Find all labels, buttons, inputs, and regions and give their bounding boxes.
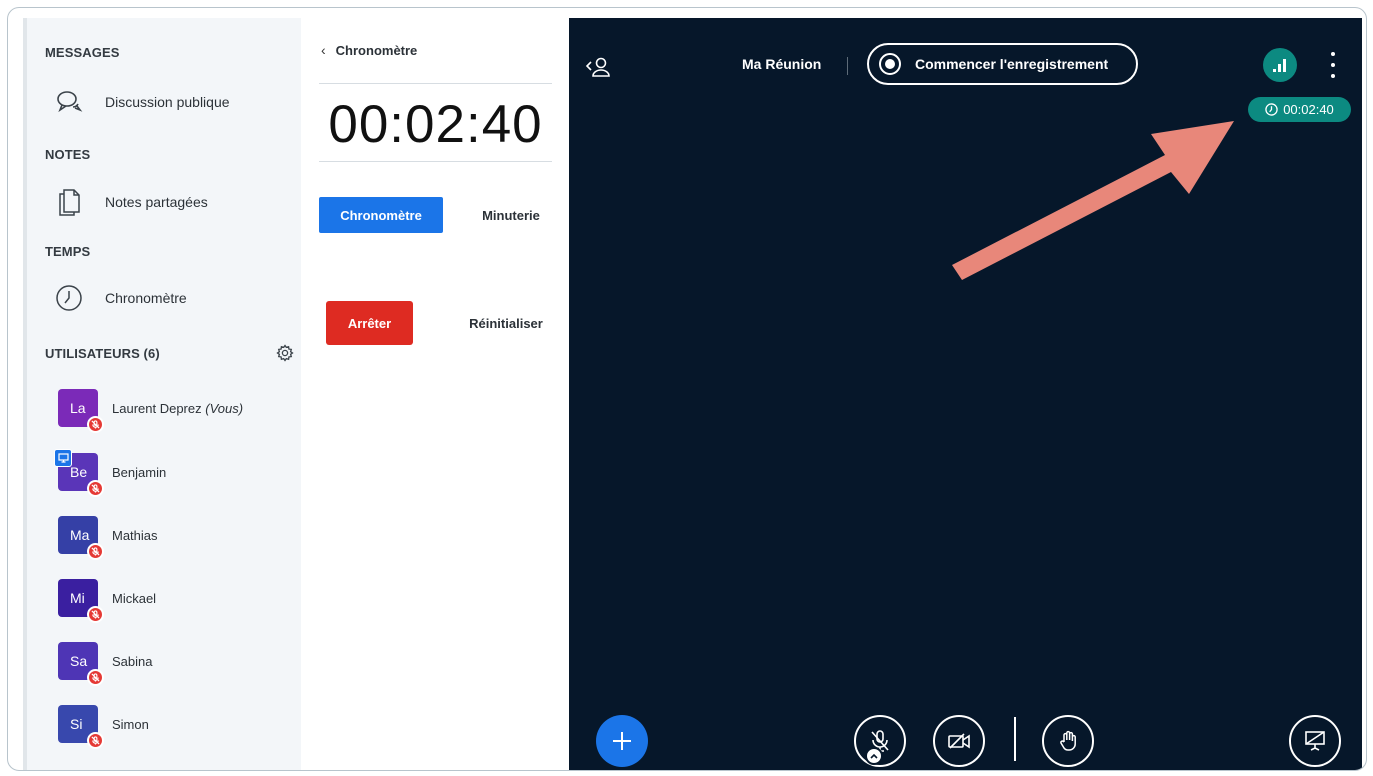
stop-button[interactable]: Arrêter bbox=[326, 301, 413, 345]
start-recording-button[interactable]: Commencer l'enregistrement bbox=[867, 43, 1138, 85]
user-name: Benjamin bbox=[112, 464, 167, 480]
divider bbox=[1014, 717, 1016, 761]
avatar: La bbox=[58, 389, 104, 433]
user-row-sabina[interactable]: Sa Sabina bbox=[58, 640, 278, 686]
timer-badge-time: 00:02:40 bbox=[1283, 102, 1334, 117]
timer-panel-back[interactable]: ‹ Chronomètre bbox=[321, 42, 417, 58]
avatar-initials: Mi bbox=[70, 590, 85, 606]
divider bbox=[319, 161, 552, 162]
public-chat-label: Discussion publique bbox=[105, 94, 230, 110]
avatar: Be bbox=[54, 449, 104, 497]
app-window: MESSAGES Discussion publique NOTES Notes… bbox=[7, 7, 1367, 771]
meeting-name: Ma Réunion bbox=[742, 56, 822, 72]
mic-muted-icon bbox=[87, 732, 104, 749]
tab-timer[interactable]: Minuterie bbox=[471, 197, 551, 233]
user-row-laurent[interactable]: La Laurent Deprez (Vous) bbox=[58, 387, 278, 433]
user-toggle-icon[interactable] bbox=[585, 56, 611, 78]
reset-button[interactable]: Réinitialiser bbox=[461, 301, 551, 345]
clock-icon bbox=[53, 282, 85, 314]
notes-section-title: NOTES bbox=[45, 147, 91, 162]
avatar: Si bbox=[58, 705, 104, 749]
user-row-mathias[interactable]: Ma Mathias bbox=[58, 514, 278, 560]
user-name: Simon bbox=[112, 716, 149, 732]
chevron-left-icon: ‹ bbox=[321, 42, 326, 58]
mic-muted-icon bbox=[87, 669, 104, 686]
sidebar-item-public-chat[interactable]: Discussion publique bbox=[53, 84, 283, 120]
chat-icon bbox=[53, 86, 85, 118]
users-section-title: UTILISATEURS (6) bbox=[45, 346, 160, 361]
user-name: Laurent Deprez (Vous) bbox=[112, 400, 244, 416]
avatar: Sa bbox=[58, 642, 104, 686]
divider bbox=[847, 57, 848, 75]
tab-stopwatch[interactable]: Chronomètre bbox=[319, 197, 443, 233]
timer-panel: ‹ Chronomètre 00:02:40 Chronomètre Minut… bbox=[301, 18, 569, 770]
sidebar-item-stopwatch[interactable]: Chronomètre bbox=[53, 280, 283, 316]
avatar-initials: La bbox=[70, 400, 86, 416]
presenter-icon bbox=[54, 449, 72, 467]
time-section-title: TEMPS bbox=[45, 244, 91, 259]
sidebar: MESSAGES Discussion publique NOTES Notes… bbox=[23, 18, 301, 770]
more-icon[interactable] bbox=[1327, 52, 1339, 78]
timer-display: 00:02:40 bbox=[328, 95, 543, 154]
messages-section-title: MESSAGES bbox=[45, 45, 120, 60]
shared-notes-label: Notes partagées bbox=[105, 194, 208, 210]
avatar-initials: Be bbox=[70, 464, 88, 480]
gear-icon[interactable] bbox=[274, 342, 296, 364]
plus-icon[interactable] bbox=[596, 715, 648, 767]
clock-icon bbox=[1265, 103, 1278, 116]
avatar: Mi bbox=[58, 579, 104, 623]
timer-badge: 00:02:40 bbox=[1248, 97, 1351, 122]
user-name: Mickael bbox=[112, 590, 157, 606]
mic-muted-icon bbox=[87, 480, 104, 497]
notes-icon bbox=[53, 186, 85, 218]
record-icon bbox=[879, 53, 901, 75]
avatar-initials: Ma bbox=[70, 527, 90, 543]
sidebar-item-shared-notes[interactable]: Notes partagées bbox=[53, 184, 283, 220]
mic-muted-icon bbox=[87, 606, 104, 623]
user-row-benjamin[interactable]: Be Benjamin bbox=[54, 449, 278, 497]
user-row-simon[interactable]: Si Simon bbox=[58, 703, 278, 749]
record-label: Commencer l'enregistrement bbox=[915, 56, 1109, 72]
annotation-arrow bbox=[952, 121, 1234, 280]
avatar: Ma bbox=[58, 516, 104, 560]
presentation-icon[interactable] bbox=[1289, 715, 1341, 767]
user-name: Sabina bbox=[112, 653, 153, 669]
hand-icon[interactable] bbox=[1042, 715, 1094, 767]
signal-icon[interactable] bbox=[1263, 48, 1297, 82]
divider bbox=[319, 83, 552, 84]
stopwatch-label: Chronomètre bbox=[105, 290, 187, 306]
user-row-mickael[interactable]: Mi Mickael bbox=[58, 577, 278, 623]
timer-panel-title: Chronomètre bbox=[335, 42, 418, 58]
video-stage: Ma Réunion Commencer l'enregistrement 00… bbox=[569, 18, 1362, 770]
user-name: Mathias bbox=[112, 527, 158, 543]
mic-muted-icon bbox=[87, 416, 104, 433]
mic-muted-icon bbox=[87, 543, 104, 560]
chevron-up-icon[interactable] bbox=[865, 747, 883, 765]
avatar-initials: Si bbox=[70, 716, 83, 732]
camera-off-icon[interactable] bbox=[933, 715, 985, 767]
avatar-initials: Sa bbox=[70, 653, 88, 669]
